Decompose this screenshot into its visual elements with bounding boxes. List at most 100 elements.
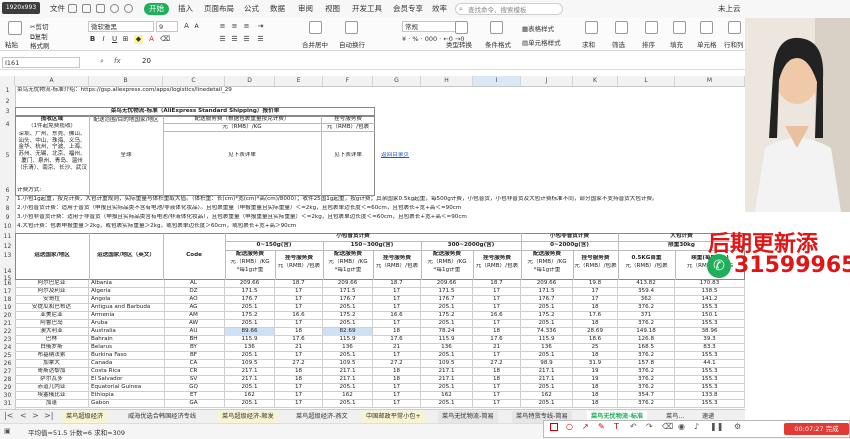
table-cell[interactable]: 哥斯达黎加 bbox=[15, 368, 89, 376]
fill-icon[interactable] bbox=[673, 21, 686, 34]
table-cell[interactable]: 115.9 bbox=[421, 336, 473, 344]
table-cell[interactable]: 安哥拉 bbox=[15, 296, 89, 304]
table-cell[interactable]: 136 bbox=[521, 344, 573, 352]
table-cell[interactable]: 362 bbox=[618, 296, 675, 304]
number-format-select[interactable]: 常规 bbox=[402, 21, 462, 32]
table-cell[interactable]: 18 bbox=[573, 304, 618, 312]
table-cell[interactable]: CA bbox=[163, 360, 225, 368]
print-icon[interactable] bbox=[82, 4, 91, 13]
table-cell[interactable]: Gabon bbox=[91, 400, 165, 408]
menu-file[interactable]: 文件 bbox=[50, 0, 65, 18]
table-cell[interactable]: 205.1 bbox=[225, 400, 275, 408]
table-cell[interactable]: 376.2 bbox=[618, 320, 675, 328]
table-cell[interactable]: 217.1 bbox=[521, 368, 573, 376]
table-cell[interactable]: 17 bbox=[473, 296, 521, 304]
table-cell[interactable]: 162 bbox=[521, 392, 573, 400]
table-cell[interactable]: 205.1 bbox=[225, 320, 275, 328]
table-row[interactable]: 白俄罗斯 Belarus BY 136 21 136 21 136 21 136 25 168.5 83… bbox=[15, 344, 745, 352]
camera-tool-icon[interactable]: ◉ bbox=[678, 422, 685, 431]
table-cell[interactable]: 176.7 bbox=[225, 296, 275, 304]
table-cell[interactable]: 413.82 bbox=[618, 280, 675, 288]
row-header-1[interactable]: 1 bbox=[0, 87, 15, 94]
sheet-tab[interactable]: 菜鸟超级经济 bbox=[62, 411, 108, 423]
table-cell[interactable]: 371 bbox=[618, 312, 675, 320]
table-cell[interactable]: 82.69 bbox=[323, 328, 373, 336]
table-cell[interactable]: AG bbox=[163, 304, 225, 312]
table-cell[interactable]: 176.7 bbox=[521, 296, 573, 304]
row-header-18[interactable]: 18 bbox=[0, 296, 15, 303]
justify-icon[interactable]: ☰ bbox=[256, 35, 265, 44]
table-cell[interactable]: 21 bbox=[275, 344, 323, 352]
table-cell[interactable]: 安提瓜和巴布达 bbox=[15, 304, 89, 312]
table-cell[interactable]: 205.1 bbox=[421, 304, 473, 312]
table-cell[interactable]: 175.2 bbox=[323, 312, 373, 320]
table-cell[interactable]: 155.3 bbox=[675, 376, 745, 384]
table-cell[interactable]: 18 bbox=[573, 384, 618, 392]
table-cell[interactable]: 阿尔巴尼亚 bbox=[15, 280, 89, 288]
table-cell[interactable]: 17 bbox=[473, 384, 521, 392]
table-cell[interactable]: 18 bbox=[573, 320, 618, 328]
table-cell[interactable]: 赤道几内亚 bbox=[15, 384, 89, 392]
col-header-e[interactable]: E bbox=[275, 76, 323, 86]
table-cell[interactable]: 155.3 bbox=[675, 384, 745, 392]
row-header-27[interactable]: 27 bbox=[0, 368, 15, 375]
col-header-l[interactable]: L bbox=[618, 76, 675, 86]
table-cell[interactable]: 19 bbox=[573, 376, 618, 384]
table-cell[interactable]: AO bbox=[163, 296, 225, 304]
table-cell[interactable]: 115.9 bbox=[323, 336, 373, 344]
menu-insert[interactable]: 插入 bbox=[178, 0, 193, 18]
table-cell[interactable]: 25 bbox=[573, 344, 618, 352]
table-cell[interactable]: Burkina Faso bbox=[91, 352, 165, 360]
row-header-29[interactable]: 29 bbox=[0, 384, 15, 391]
table-cell[interactable]: 171.5 bbox=[225, 288, 275, 296]
table-row[interactable]: 阿尔巴尼亚 Albania AL 209.66 18.7 209.66 18.7 209.66… bbox=[15, 280, 745, 288]
table-cell[interactable]: 175.2 bbox=[421, 312, 473, 320]
table-cell[interactable]: 18 bbox=[473, 368, 521, 376]
table-cell[interactable]: 澳大利亚 bbox=[15, 328, 89, 336]
table-cell[interactable]: 149.18 bbox=[618, 328, 675, 336]
rowcol-button[interactable]: 行和列 bbox=[724, 39, 744, 49]
table-cell[interactable]: 加蓬 bbox=[15, 400, 89, 408]
table-cell[interactable]: Albania bbox=[91, 280, 165, 288]
stop-record-button[interactable]: 00:07:27 完成 bbox=[784, 423, 849, 435]
first-sheet-icon[interactable]: |< bbox=[4, 411, 13, 420]
filter-button[interactable]: 筛选 bbox=[612, 39, 625, 49]
table-cell[interactable]: 21 bbox=[473, 344, 521, 352]
row-header-14[interactable]: 14 bbox=[0, 268, 15, 275]
table-cell[interactable]: 109.5 bbox=[323, 360, 373, 368]
table-cell[interactable]: 布基纳法索 bbox=[15, 352, 89, 360]
table-cell[interactable]: 17 bbox=[275, 304, 323, 312]
table-cell[interactable]: 17 bbox=[473, 320, 521, 328]
table-cell[interactable]: 157.8 bbox=[618, 360, 675, 368]
table-cell[interactable]: 18 bbox=[275, 368, 323, 376]
row-header-8[interactable]: 8 bbox=[0, 205, 15, 212]
row-header-17[interactable]: 17 bbox=[0, 288, 15, 295]
table-cell[interactable]: AU bbox=[163, 328, 225, 336]
eraser-tool-icon[interactable]: ⌫ bbox=[662, 422, 673, 431]
table-cell[interactable]: 16.6 bbox=[373, 312, 421, 320]
table-cell[interactable]: 217.1 bbox=[521, 376, 573, 384]
row-header-22[interactable]: 22 bbox=[0, 328, 15, 335]
sheet-tab[interactable]: 菜鸟无忧物流-简易 bbox=[438, 411, 498, 423]
type-convert-button[interactable]: 类型转换 bbox=[446, 39, 472, 49]
table-cell[interactable]: 18 bbox=[573, 400, 618, 408]
table-row[interactable]: 加拿大 Canada CA 109.5 27.2 109.5 27.2 109.5 27.2 98… bbox=[15, 360, 745, 368]
col-header-m[interactable]: M bbox=[675, 76, 745, 86]
table-cell[interactable]: DZ bbox=[163, 288, 225, 296]
table-cell[interactable]: 217.1 bbox=[323, 376, 373, 384]
row-header-5[interactable]: 5 bbox=[0, 152, 15, 159]
table-cell[interactable]: 162 bbox=[421, 392, 473, 400]
clear-icon[interactable]: ⌫ bbox=[160, 35, 170, 44]
table-cell[interactable]: GQ bbox=[163, 384, 225, 392]
font-name-select[interactable]: 微软雅黑 bbox=[88, 21, 154, 32]
paste-icon[interactable] bbox=[8, 21, 22, 35]
conditional-format-icon[interactable] bbox=[490, 21, 503, 34]
redo-icon[interactable] bbox=[124, 4, 133, 13]
table-cell[interactable]: 136 bbox=[323, 344, 373, 352]
table-cell[interactable]: 加拿大 bbox=[15, 360, 89, 368]
grow-font-icon[interactable]: A bbox=[182, 22, 191, 31]
sum-icon[interactable] bbox=[585, 21, 598, 34]
table-row[interactable]: 埃塞俄比亚 Ethiopia ET 162 17 162 17 162 17 162 18 354.7… bbox=[15, 392, 745, 400]
table-cell[interactable]: 18.7 bbox=[373, 280, 421, 288]
table-row[interactable]: 亚美尼亚 Armenia AM 175.2 16.6 175.2 16.6 175.2 16.6… bbox=[15, 312, 745, 320]
